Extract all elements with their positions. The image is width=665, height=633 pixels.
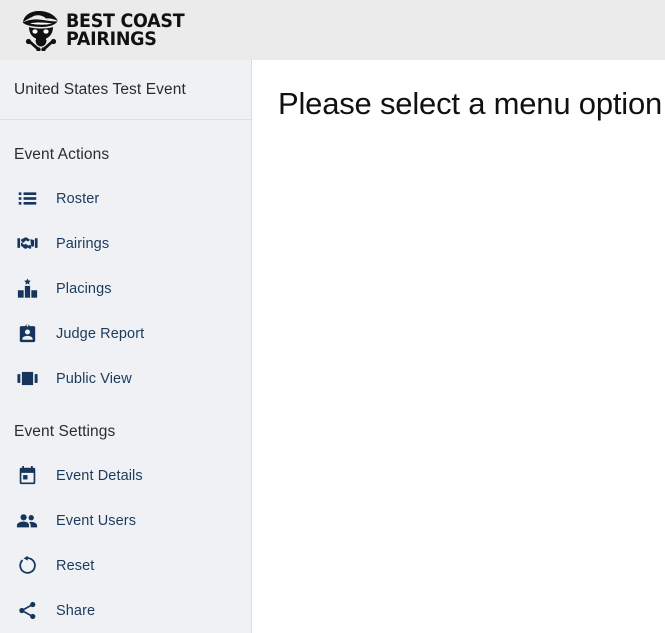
share-icon xyxy=(14,598,40,624)
sidebar-item-pairings[interactable]: Pairings xyxy=(0,221,251,266)
app-header: BEST COAST PAIRINGS xyxy=(0,0,665,60)
app-body: United States Test Event Event Actions R… xyxy=(0,60,665,633)
rotate-refresh-icon xyxy=(14,553,40,579)
event-name: United States Test Event xyxy=(14,80,186,98)
app-root: BEST COAST PAIRINGS United States Test E… xyxy=(0,0,665,633)
pirate-skull-logo-icon xyxy=(18,9,64,52)
view-carousel-icon xyxy=(14,366,40,392)
calendar-icon xyxy=(14,463,40,489)
sidebar: United States Test Event Event Actions R… xyxy=(0,60,252,633)
sidebar-menu: Event Actions Roster Pairings Placings J… xyxy=(0,120,251,633)
main-content: Please select a menu option xyxy=(252,60,665,633)
sidebar-item-label: Pairings xyxy=(56,235,110,252)
sidebar-item-event-users[interactable]: Event Users xyxy=(0,498,251,543)
sidebar-item-label: Public View xyxy=(56,370,132,387)
brand-wordmark: BEST COAST PAIRINGS xyxy=(66,11,195,50)
sidebar-item-roster[interactable]: Roster xyxy=(0,176,251,221)
sidebar-item-label: Roster xyxy=(56,190,100,207)
sidebar-item-label: Share xyxy=(56,602,96,619)
sidebar-item-placings[interactable]: Placings xyxy=(0,266,251,311)
section-title-event-actions: Event Actions xyxy=(14,146,110,163)
sidebar-item-label: Event Details xyxy=(56,467,143,484)
sidebar-item-public-view[interactable]: Public View xyxy=(0,356,251,401)
leaderboard-icon xyxy=(14,276,40,302)
list-icon xyxy=(14,186,40,212)
sidebar-item-label: Reset xyxy=(56,557,95,574)
brand-line-2: PAIRINGS xyxy=(66,28,157,50)
sidebar-item-label: Event Users xyxy=(56,512,137,529)
sidebar-item-judge-report[interactable]: Judge Report xyxy=(0,311,251,356)
handshake-icon xyxy=(14,231,40,257)
sidebar-item-reset[interactable]: Reset xyxy=(0,543,251,588)
sidebar-item-label: Placings xyxy=(56,280,112,297)
badge-icon xyxy=(14,321,40,347)
section-title-event-settings: Event Settings xyxy=(14,423,116,440)
sidebar-item-share[interactable]: Share xyxy=(0,588,251,633)
sidebar-item-label: Judge Report xyxy=(56,325,145,342)
brand-logo[interactable]: BEST COAST PAIRINGS xyxy=(18,9,195,52)
event-name-row: United States Test Event xyxy=(0,60,251,120)
sidebar-item-event-details[interactable]: Event Details xyxy=(0,453,251,498)
page-title: Please select a menu option xyxy=(278,86,663,121)
people-icon xyxy=(14,508,40,534)
